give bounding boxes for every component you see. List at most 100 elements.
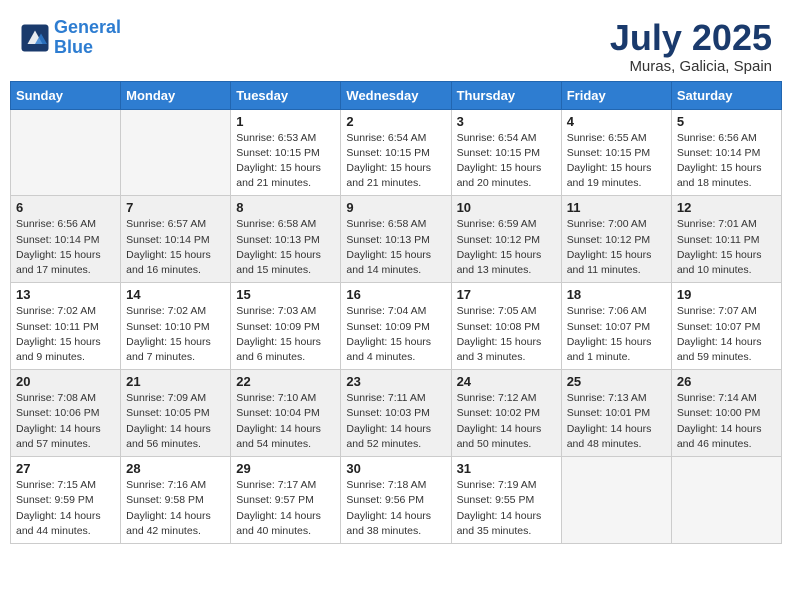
calendar-cell: 9 Sunrise: 6:58 AM Sunset: 10:13 PM Dayli… bbox=[341, 196, 451, 283]
day-info: Sunrise: 7:09 AM Sunset: 10:05 PM Daylig… bbox=[126, 391, 225, 452]
calendar-cell: 2Sunrise: 6:54 AM Sunset: 10:15 PM Dayli… bbox=[341, 109, 451, 196]
day-number: 11 bbox=[567, 200, 666, 215]
day-info: Sunrise: 7:07 AM Sunset: 10:07 PM Daylig… bbox=[677, 304, 776, 365]
calendar-week-row: 6 Sunrise: 6:56 AM Sunset: 10:14 PM Dayli… bbox=[11, 196, 782, 283]
calendar-cell: 17Sunrise: 7:05 AM Sunset: 10:08 PM Dayl… bbox=[451, 283, 561, 370]
calendar-cell: 13 Sunrise: 7:02 AM Sunset: 10:11 PM Dayl… bbox=[11, 283, 121, 370]
day-number: 9 bbox=[346, 200, 445, 215]
day-number: 3 bbox=[457, 114, 556, 129]
day-number: 20 bbox=[16, 374, 115, 389]
calendar-table: SundayMondayTuesdayWednesdayThursdayFrid… bbox=[10, 81, 782, 544]
day-info: Sunrise: 7:10 AM Sunset: 10:04 PM Daylig… bbox=[236, 391, 335, 452]
day-number: 13 bbox=[16, 287, 115, 302]
day-info: Sunrise: 7:11 AM Sunset: 10:03 PM Daylig… bbox=[346, 391, 445, 452]
weekday-header-row: SundayMondayTuesdayWednesdayThursdayFrid… bbox=[11, 81, 782, 109]
day-info: Sunrise: 6:58 AM Sunset: 10:13 PM Daylig… bbox=[346, 217, 445, 278]
logo: GeneralBlue bbox=[20, 18, 121, 58]
calendar-week-row: 13 Sunrise: 7:02 AM Sunset: 10:11 PM Dayl… bbox=[11, 283, 782, 370]
calendar-week-row: 20 Sunrise: 7:08 AM Sunset: 10:06 PM Dayl… bbox=[11, 370, 782, 457]
logo-icon bbox=[20, 23, 50, 53]
day-number: 28 bbox=[126, 461, 225, 476]
calendar-cell bbox=[671, 457, 781, 544]
calendar-cell bbox=[561, 457, 671, 544]
day-number: 14 bbox=[126, 287, 225, 302]
calendar-cell: 22Sunrise: 7:10 AM Sunset: 10:04 PM Dayl… bbox=[231, 370, 341, 457]
calendar-cell: 30 Sunrise: 7:18 AM Sunset: 9:56 PM Dayli… bbox=[341, 457, 451, 544]
calendar-cell: 23 Sunrise: 7:11 AM Sunset: 10:03 PM Dayl… bbox=[341, 370, 451, 457]
location: Muras, Galicia, Spain bbox=[610, 58, 772, 75]
day-number: 24 bbox=[457, 374, 556, 389]
calendar-cell: 26 Sunrise: 7:14 AM Sunset: 10:00 PM Dayl… bbox=[671, 370, 781, 457]
day-number: 8 bbox=[236, 200, 335, 215]
calendar-cell bbox=[121, 109, 231, 196]
weekday-header-wednesday: Wednesday bbox=[341, 81, 451, 109]
day-number: 29 bbox=[236, 461, 335, 476]
calendar-cell: 1 Sunrise: 6:53 AM Sunset: 10:15 PM Dayli… bbox=[231, 109, 341, 196]
day-number: 6 bbox=[16, 200, 115, 215]
weekday-header-thursday: Thursday bbox=[451, 81, 561, 109]
day-number: 30 bbox=[346, 461, 445, 476]
day-number: 5 bbox=[677, 114, 776, 129]
calendar-week-row: 1 Sunrise: 6:53 AM Sunset: 10:15 PM Dayli… bbox=[11, 109, 782, 196]
calendar-cell: 25 Sunrise: 7:13 AM Sunset: 10:01 PM Dayl… bbox=[561, 370, 671, 457]
day-info: Sunrise: 6:59 AM Sunset: 10:12 PM Daylig… bbox=[457, 217, 556, 278]
day-info: Sunrise: 7:06 AM Sunset: 10:07 PM Daylig… bbox=[567, 304, 666, 365]
day-info: Sunrise: 7:19 AM Sunset: 9:55 PM Dayligh… bbox=[457, 478, 556, 539]
title-block: July 2025 Muras, Galicia, Spain bbox=[610, 18, 772, 75]
day-info: Sunrise: 7:18 AM Sunset: 9:56 PM Dayligh… bbox=[346, 478, 445, 539]
day-info: Sunrise: 7:14 AM Sunset: 10:00 PM Daylig… bbox=[677, 391, 776, 452]
month-title: July 2025 bbox=[610, 18, 772, 58]
calendar-cell: 3 Sunrise: 6:54 AM Sunset: 10:15 PM Dayli… bbox=[451, 109, 561, 196]
calendar-cell: 19Sunrise: 7:07 AM Sunset: 10:07 PM Dayl… bbox=[671, 283, 781, 370]
day-number: 4 bbox=[567, 114, 666, 129]
calendar-cell: 24 Sunrise: 7:12 AM Sunset: 10:02 PM Dayl… bbox=[451, 370, 561, 457]
calendar-cell: 15Sunrise: 7:03 AM Sunset: 10:09 PM Dayl… bbox=[231, 283, 341, 370]
calendar-cell: 28 Sunrise: 7:16 AM Sunset: 9:58 PM Dayli… bbox=[121, 457, 231, 544]
calendar-week-row: 27Sunrise: 7:15 AM Sunset: 9:59 PM Dayli… bbox=[11, 457, 782, 544]
day-number: 7 bbox=[126, 200, 225, 215]
weekday-header-saturday: Saturday bbox=[671, 81, 781, 109]
day-number: 27 bbox=[16, 461, 115, 476]
day-info: Sunrise: 7:12 AM Sunset: 10:02 PM Daylig… bbox=[457, 391, 556, 452]
day-number: 16 bbox=[346, 287, 445, 302]
calendar-cell: 16 Sunrise: 7:04 AM Sunset: 10:09 PM Dayl… bbox=[341, 283, 451, 370]
day-info: Sunrise: 6:56 AM Sunset: 10:14 PM Daylig… bbox=[16, 217, 115, 278]
day-info: Sunrise: 6:58 AM Sunset: 10:13 PM Daylig… bbox=[236, 217, 335, 278]
calendar-cell: 21 Sunrise: 7:09 AM Sunset: 10:05 PM Dayl… bbox=[121, 370, 231, 457]
day-info: Sunrise: 6:56 AM Sunset: 10:14 PM Daylig… bbox=[677, 131, 776, 192]
calendar-cell: 4 Sunrise: 6:55 AM Sunset: 10:15 PM Dayli… bbox=[561, 109, 671, 196]
calendar-cell: 27Sunrise: 7:15 AM Sunset: 9:59 PM Dayli… bbox=[11, 457, 121, 544]
day-number: 23 bbox=[346, 374, 445, 389]
day-info: Sunrise: 7:00 AM Sunset: 10:12 PM Daylig… bbox=[567, 217, 666, 278]
logo-text: GeneralBlue bbox=[54, 18, 121, 58]
day-number: 12 bbox=[677, 200, 776, 215]
calendar-cell: 5 Sunrise: 6:56 AM Sunset: 10:14 PM Dayli… bbox=[671, 109, 781, 196]
day-number: 26 bbox=[677, 374, 776, 389]
day-info: Sunrise: 7:17 AM Sunset: 9:57 PM Dayligh… bbox=[236, 478, 335, 539]
weekday-header-monday: Monday bbox=[121, 81, 231, 109]
day-info: Sunrise: 7:16 AM Sunset: 9:58 PM Dayligh… bbox=[126, 478, 225, 539]
day-number: 21 bbox=[126, 374, 225, 389]
day-info: Sunrise: 6:54 AM Sunset: 10:15 PM Daylig… bbox=[457, 131, 556, 192]
day-info: Sunrise: 7:04 AM Sunset: 10:09 PM Daylig… bbox=[346, 304, 445, 365]
day-info: Sunrise: 7:01 AM Sunset: 10:11 PM Daylig… bbox=[677, 217, 776, 278]
calendar-cell: 7 Sunrise: 6:57 AM Sunset: 10:14 PM Dayli… bbox=[121, 196, 231, 283]
day-info: Sunrise: 7:05 AM Sunset: 10:08 PM Daylig… bbox=[457, 304, 556, 365]
day-info: Sunrise: 6:55 AM Sunset: 10:15 PM Daylig… bbox=[567, 131, 666, 192]
day-info: Sunrise: 7:02 AM Sunset: 10:11 PM Daylig… bbox=[16, 304, 115, 365]
day-number: 25 bbox=[567, 374, 666, 389]
day-info: Sunrise: 7:08 AM Sunset: 10:06 PM Daylig… bbox=[16, 391, 115, 452]
calendar-cell: 18Sunrise: 7:06 AM Sunset: 10:07 PM Dayl… bbox=[561, 283, 671, 370]
day-info: Sunrise: 7:03 AM Sunset: 10:09 PM Daylig… bbox=[236, 304, 335, 365]
calendar-cell: 14Sunrise: 7:02 AM Sunset: 10:10 PM Dayl… bbox=[121, 283, 231, 370]
day-info: Sunrise: 6:57 AM Sunset: 10:14 PM Daylig… bbox=[126, 217, 225, 278]
day-number: 1 bbox=[236, 114, 335, 129]
day-info: Sunrise: 6:53 AM Sunset: 10:15 PM Daylig… bbox=[236, 131, 335, 192]
calendar-cell: 12 Sunrise: 7:01 AM Sunset: 10:11 PM Dayl… bbox=[671, 196, 781, 283]
calendar-cell: 29 Sunrise: 7:17 AM Sunset: 9:57 PM Dayli… bbox=[231, 457, 341, 544]
day-number: 31 bbox=[457, 461, 556, 476]
day-info: Sunrise: 7:13 AM Sunset: 10:01 PM Daylig… bbox=[567, 391, 666, 452]
calendar-cell bbox=[11, 109, 121, 196]
calendar-cell: 11 Sunrise: 7:00 AM Sunset: 10:12 PM Dayl… bbox=[561, 196, 671, 283]
calendar-cell: 31 Sunrise: 7:19 AM Sunset: 9:55 PM Dayli… bbox=[451, 457, 561, 544]
